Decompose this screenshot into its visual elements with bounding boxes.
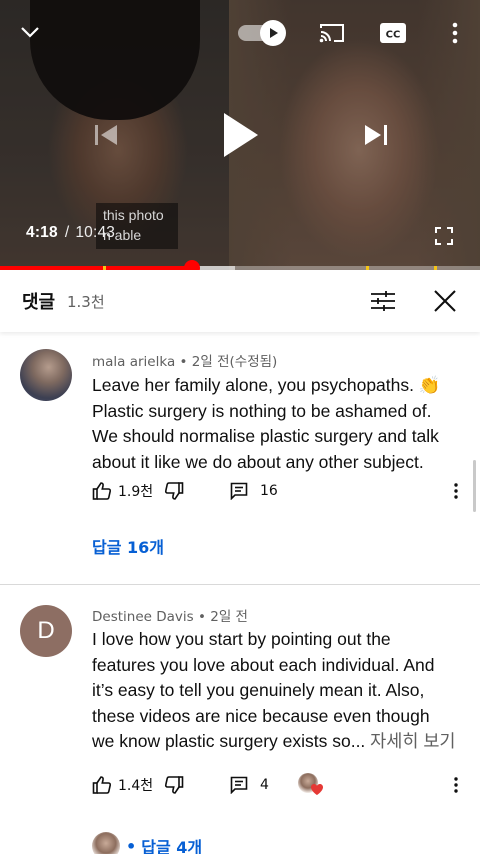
comment-time: 2일 전	[210, 609, 248, 625]
comments-title: 댓글	[22, 292, 56, 313]
skip-previous-icon[interactable]	[86, 115, 126, 155]
dislike-button[interactable]	[164, 769, 184, 801]
view-replies-button[interactable]: 답글 16개	[92, 534, 164, 558]
replies-label: 답글 16개	[92, 538, 164, 557]
comment-time: 2일 전(수정됨)	[191, 354, 278, 370]
read-more-link[interactable]: 자세히 보기	[370, 731, 455, 751]
view-replies-button[interactable]: • 답글 4개	[92, 832, 202, 854]
comment-divider	[0, 584, 480, 585]
comment-line: I love how you start by pointing out the	[92, 629, 391, 649]
chevron-down-icon[interactable]	[14, 16, 46, 48]
avatar[interactable]: D	[20, 605, 72, 657]
sort-filter-icon[interactable]	[366, 284, 400, 318]
comment-actions: 1.4천 4	[92, 769, 468, 801]
thumbs-up-icon	[92, 482, 112, 500]
comment-author[interactable]: Destinee Davis	[92, 609, 194, 625]
autoplay-toggle[interactable]	[238, 20, 286, 46]
more-vert-icon[interactable]	[440, 18, 470, 48]
reply-count: 4	[260, 777, 269, 793]
comment-line-last: we know plastic surgery exists so... 자세히…	[92, 729, 464, 755]
comment-icon	[230, 482, 248, 500]
close-icon[interactable]	[428, 284, 462, 318]
comment-line: about it like we do about any other subj…	[92, 451, 424, 472]
duration: 10:43	[75, 224, 116, 241]
reply-button[interactable]: 4	[230, 769, 269, 801]
comment-line: it’s easy to tell you genuinely mean it.…	[92, 680, 425, 700]
like-count: 1.4천	[118, 778, 154, 794]
more-vert-icon[interactable]	[444, 769, 468, 801]
comment-line: we know plastic surgery exists so...	[92, 731, 366, 751]
comment-meta: mala arielka • 2일 전(수정됨)	[92, 354, 278, 370]
comment-text: Leave her family alone, you psychopaths.…	[92, 373, 464, 475]
thumbs-down-icon	[164, 776, 184, 794]
comment-line: features you love about each individual.…	[92, 654, 435, 675]
caption-line: this photo	[103, 207, 164, 223]
svg-text:CC: CC	[386, 30, 401, 41]
fullscreen-icon[interactable]	[430, 222, 458, 250]
like-button[interactable]: 1.9천	[92, 475, 153, 507]
play-icon	[260, 20, 286, 46]
heart-icon	[311, 784, 323, 795]
more-vert-icon[interactable]	[444, 475, 468, 507]
comment-line: these videos are nice because even thoug…	[92, 705, 430, 726]
replies-label: 답글 4개	[141, 838, 203, 854]
creator-reply-avatar	[92, 832, 120, 854]
comment-icon	[230, 776, 248, 794]
avatar[interactable]	[20, 349, 72, 401]
current-time: 4:18	[26, 224, 58, 241]
thumbs-down-icon	[164, 482, 184, 500]
like-count: 1.9천	[118, 484, 154, 500]
comments-count: 1.3천	[67, 293, 105, 311]
comment-actions: 1.9천 16	[92, 475, 468, 507]
comment-meta: Destinee Davis • 2일 전	[92, 609, 248, 625]
avatar-letter: D	[37, 617, 55, 644]
time-display: 4:18/10:43	[26, 224, 116, 241]
cc-icon[interactable]: CC	[378, 20, 408, 46]
comment-author[interactable]: mala arielka	[92, 354, 175, 370]
seek-scrubber[interactable]	[184, 260, 200, 270]
thumbs-up-icon	[92, 776, 112, 794]
video-player[interactable]: CC this photo n able 4:18/10:43	[0, 0, 480, 270]
skip-next-icon[interactable]	[356, 115, 396, 155]
reply-count: 16	[260, 483, 278, 499]
scrollbar[interactable]	[473, 460, 476, 512]
comment-text: I love how you start by pointing out the…	[92, 627, 464, 755]
comments-header: 댓글 1.3천	[0, 270, 480, 332]
cast-icon[interactable]	[316, 18, 348, 48]
like-button[interactable]: 1.4천	[92, 769, 153, 801]
dislike-button[interactable]	[164, 475, 184, 507]
reply-button[interactable]: 16	[230, 475, 278, 507]
play-icon[interactable]	[210, 105, 270, 165]
creator-heart	[298, 769, 326, 801]
comment-line: Leave her family alone, you psychopaths.…	[92, 375, 441, 395]
comment-line: Plastic surgery is nothing to be ashamed…	[92, 400, 432, 421]
comment-line: We should normalise plastic surgery and …	[92, 426, 439, 446]
